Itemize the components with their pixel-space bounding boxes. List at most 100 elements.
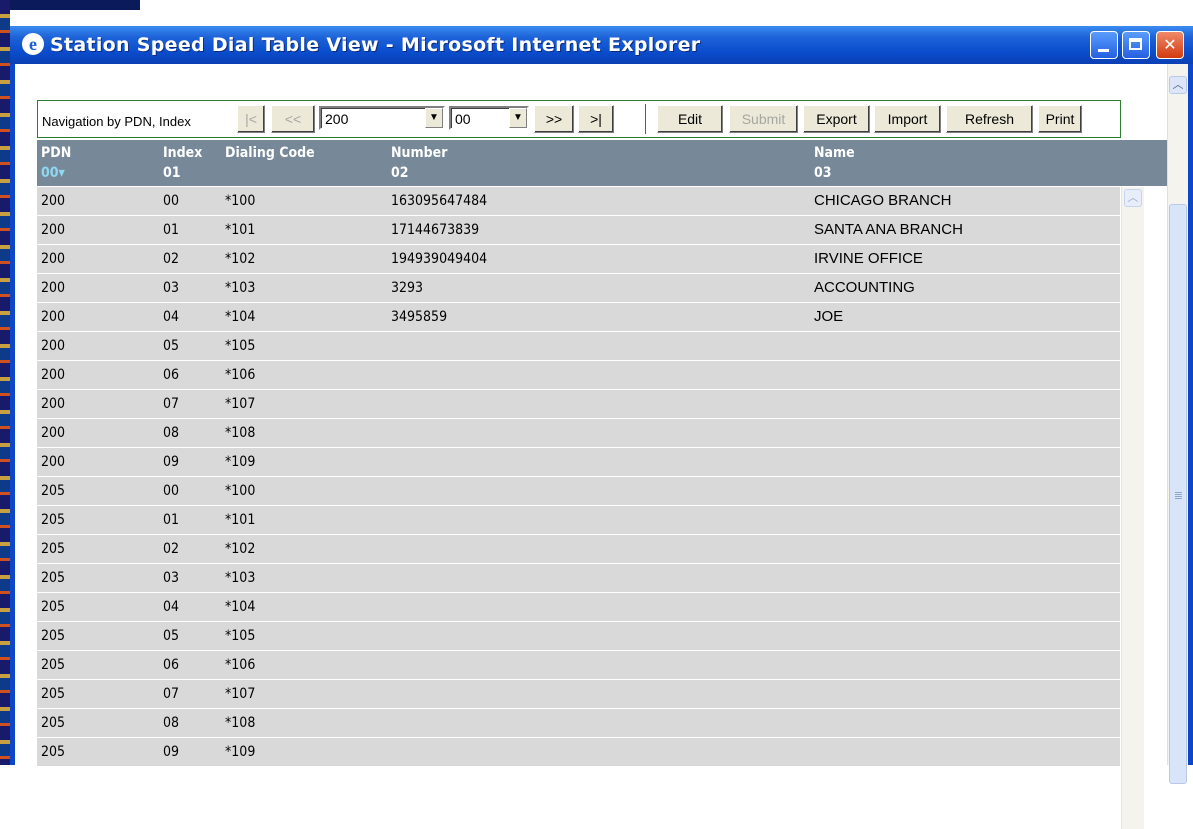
- cell-dialing-code: *104: [225, 309, 256, 325]
- table-row[interactable]: 200 04 *104 3495859 JOE: [37, 303, 1120, 331]
- cell-dialing-code: *102: [225, 541, 256, 557]
- table-row[interactable]: 200 06 *106: [37, 361, 1120, 389]
- cell-name: CHICAGO BRANCH: [814, 192, 952, 209]
- cell-name: SANTA ANA BRANCH: [814, 221, 963, 238]
- cell-pdn: 200: [41, 367, 66, 383]
- cell-pdn: 205: [41, 483, 66, 499]
- cell-pdn: 205: [41, 657, 66, 673]
- table-body: 200 00 *100 163095647484 CHICAGO BRANCH 200 01…: [37, 187, 1120, 829]
- cell-number: 194939049404: [391, 251, 488, 267]
- cell-pdn: 200: [41, 280, 66, 296]
- table-row[interactable]: 205 07 *107: [37, 680, 1120, 708]
- cell-name: IRVINE OFFICE: [814, 250, 923, 267]
- table-row[interactable]: 205 03 *103: [37, 564, 1120, 592]
- table-row[interactable]: 200 09 *109: [37, 448, 1120, 476]
- cell-pdn: 200: [41, 454, 66, 470]
- cell-dialing-code: *108: [225, 715, 256, 731]
- last-page-button[interactable]: >|: [578, 105, 614, 133]
- scroll-thumb[interactable]: [1169, 204, 1187, 784]
- column-header-pdn[interactable]: PDN: [41, 144, 71, 162]
- cell-pdn: 200: [41, 425, 66, 441]
- sort-key-number[interactable]: 02: [391, 164, 409, 182]
- table-row[interactable]: 205 00 *100: [37, 477, 1120, 505]
- table-row[interactable]: 200 08 *108: [37, 419, 1120, 447]
- index-select-value: 00: [455, 111, 471, 127]
- cell-index: 03: [163, 570, 180, 586]
- close-button[interactable]: ✕: [1156, 31, 1184, 59]
- scroll-up-icon[interactable]: ︿: [1169, 76, 1187, 94]
- cell-pdn: 200: [41, 338, 66, 354]
- cell-index: 07: [163, 396, 180, 412]
- table-row[interactable]: 200 03 *103 3293 ACCOUNTING: [37, 274, 1120, 302]
- cell-dialing-code: *105: [225, 338, 256, 354]
- cell-index: 00: [163, 193, 180, 209]
- cell-index: 08: [163, 425, 180, 441]
- table-row[interactable]: 205 05 *105: [37, 622, 1120, 650]
- first-page-button[interactable]: |<: [237, 105, 265, 133]
- pdn-select-value: 200: [325, 111, 349, 127]
- sort-key-name[interactable]: 03: [814, 164, 832, 182]
- ie-logo-icon[interactable]: e: [22, 33, 44, 55]
- submit-button[interactable]: Submit: [729, 105, 798, 133]
- table-row[interactable]: 200 07 *107: [37, 390, 1120, 418]
- chevron-down-icon[interactable]: ▼: [425, 108, 443, 128]
- column-header-number[interactable]: Number: [391, 144, 447, 162]
- navigation-toolbar: Navigation by PDN, Index |< << 200 ▼ 00 …: [37, 100, 1121, 138]
- cell-number: 17144673839: [391, 222, 480, 238]
- cell-pdn: 205: [41, 570, 66, 586]
- desktop-edge-top: [0, 0, 1193, 10]
- maximize-button[interactable]: [1122, 31, 1150, 59]
- column-header-index[interactable]: Index: [163, 144, 202, 162]
- table-header: PDN 00▾ Index 01 Dialing Code Number 02 …: [37, 140, 1167, 186]
- print-button[interactable]: Print: [1038, 105, 1082, 133]
- table-row[interactable]: 200 05 *105: [37, 332, 1120, 360]
- cell-index: 03: [163, 280, 180, 296]
- cell-index: 05: [163, 338, 180, 354]
- cell-number: 163095647484: [391, 193, 488, 209]
- prev-page-button[interactable]: <<: [271, 105, 315, 133]
- scroll-up-icon[interactable]: ︿: [1124, 189, 1142, 207]
- cell-number: 3495859: [391, 309, 448, 325]
- cell-index: 07: [163, 686, 180, 702]
- sort-key-index[interactable]: 01: [163, 164, 181, 182]
- cell-dialing-code: *102: [225, 251, 256, 267]
- cell-pdn: 200: [41, 396, 66, 412]
- cell-dialing-code: *100: [225, 483, 256, 499]
- edit-button[interactable]: Edit: [657, 105, 723, 133]
- refresh-button[interactable]: Refresh: [946, 105, 1033, 133]
- cell-pdn: 205: [41, 512, 66, 528]
- cell-pdn: 205: [41, 715, 66, 731]
- export-button[interactable]: Export: [803, 105, 870, 133]
- import-button[interactable]: Import: [874, 105, 941, 133]
- cell-pdn: 205: [41, 744, 66, 760]
- next-page-button[interactable]: >>: [534, 105, 574, 133]
- title-bar[interactable]: e Station Speed Dial Table View - Micros…: [10, 26, 1193, 64]
- chevron-down-icon[interactable]: ▼: [509, 108, 527, 128]
- table-row[interactable]: 205 06 *106: [37, 651, 1120, 679]
- cell-pdn: 205: [41, 686, 66, 702]
- cell-dialing-code: *107: [225, 686, 256, 702]
- desktop-edge-left: [0, 0, 10, 765]
- cell-index: 00: [163, 483, 180, 499]
- table-row[interactable]: 200 01 *101 17144673839 SANTA ANA BRANCH: [37, 216, 1120, 244]
- table-scrollbar[interactable]: ︿: [1121, 187, 1144, 829]
- pdn-select[interactable]: 200 ▼: [319, 106, 445, 130]
- table-row[interactable]: 200 02 *102 194939049404 IRVINE OFFICE: [37, 245, 1120, 273]
- window-scrollbar[interactable]: ︿: [1167, 64, 1188, 784]
- table-row[interactable]: 205 02 *102: [37, 535, 1120, 563]
- table-row[interactable]: 205 01 *101: [37, 506, 1120, 534]
- table-row[interactable]: 205 08 *108: [37, 709, 1120, 737]
- cell-index: 09: [163, 744, 180, 760]
- table-row[interactable]: 205 09 *109: [37, 738, 1120, 766]
- cell-index: 02: [163, 251, 180, 267]
- table-row[interactable]: 200 00 *100 163095647484 CHICAGO BRANCH: [37, 187, 1120, 215]
- cell-dialing-code: *109: [225, 454, 256, 470]
- column-header-dialing-code[interactable]: Dialing Code: [225, 144, 315, 162]
- cell-dialing-code: *104: [225, 599, 256, 615]
- index-select[interactable]: 00 ▼: [449, 106, 529, 130]
- minimize-button[interactable]: [1090, 31, 1118, 59]
- table-row[interactable]: 205 04 *104: [37, 593, 1120, 621]
- column-header-name[interactable]: Name: [814, 144, 855, 162]
- cell-dialing-code: *101: [225, 512, 256, 528]
- sort-key-pdn[interactable]: 00▾: [41, 164, 65, 182]
